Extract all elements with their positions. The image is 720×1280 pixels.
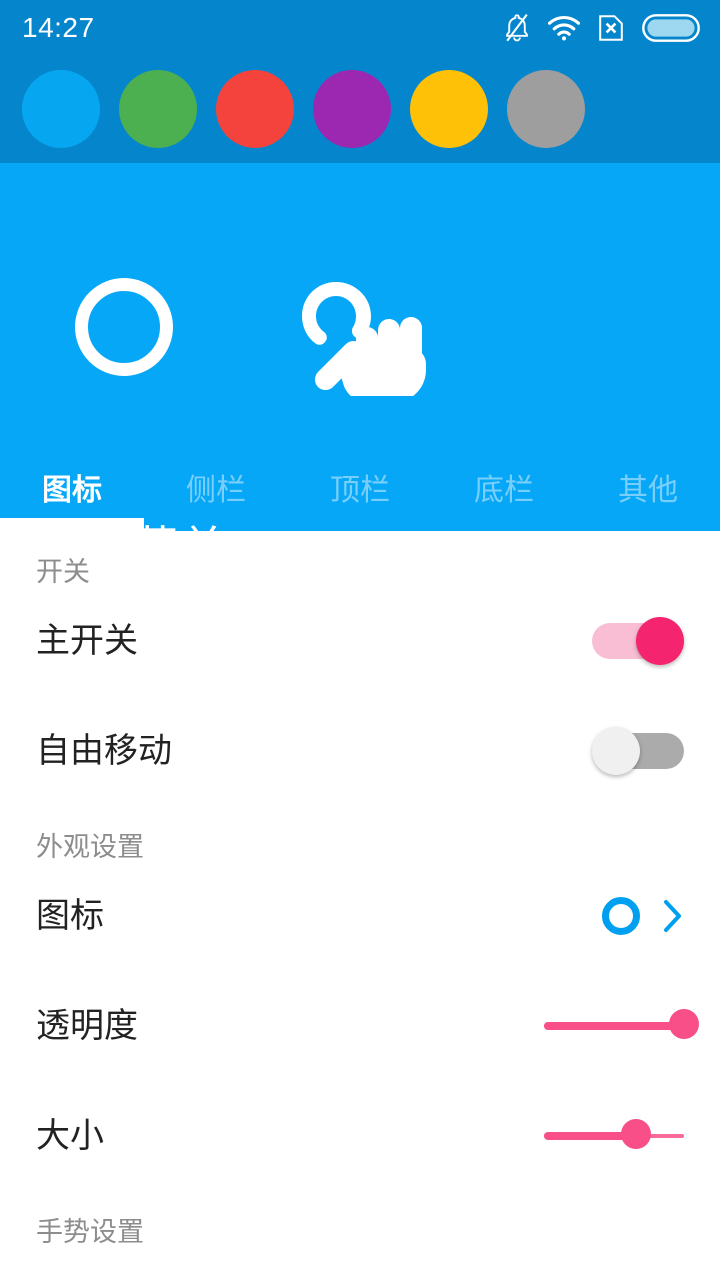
settings-list: 开关 主开关 自由移动 外观设置 图标 透明度 大小 手势设置 [0,531,720,1280]
tab-bottombar[interactable]: 底栏 [432,458,576,506]
tab-sidebar[interactable]: 侧栏 [144,458,288,506]
row-label-main-switch: 主开关 [36,622,138,660]
tap-hand-icon [262,266,452,396]
row-control-main-switch [592,617,684,665]
swatch-gray[interactable] [507,70,585,148]
chevron-right-icon [662,898,684,934]
row-label-free-move: 自由移动 [36,732,172,770]
slider-fill [544,1022,684,1030]
tab-active-indicator [0,518,144,531]
status-clock: 14:27 [22,11,95,43]
section-header-appearance: 外观设置 [36,832,144,862]
toggle-thumb [592,727,640,775]
app-screen: 14:27 图标 侧栏 顶栏 底栏 其他 开关 主开关 自由移动 外观设置 图标… [0,0,720,1280]
section-header-switch: 开关 [36,557,90,587]
tab-topbar[interactable]: 顶栏 [288,458,432,506]
slider-size[interactable] [544,1119,684,1153]
bell-off-icon [504,13,530,43]
wifi-icon [548,15,580,41]
tab-other[interactable]: 其他 [576,458,720,506]
slider-transparency[interactable] [544,1009,699,1043]
ring-icon [75,278,173,376]
swatch-blue[interactable] [22,70,100,148]
row-label-icon: 图标 [36,897,104,935]
row-main-switch[interactable]: 主开关 [0,586,720,696]
battery-icon [642,13,700,42]
color-swatch-strip [0,55,720,163]
swatch-red[interactable] [216,70,294,148]
swatch-green[interactable] [119,70,197,148]
toggle-main-switch[interactable] [592,617,684,665]
row-icon[interactable]: 图标 [0,861,720,971]
icon-preview-ring [602,897,640,935]
status-bar: 14:27 [0,0,720,55]
status-icon-group [504,13,700,43]
tab-icon[interactable]: 图标 [0,458,144,506]
sim-x-icon [598,14,624,42]
row-free-move[interactable]: 自由移动 [0,696,720,806]
row-control-free-move [592,727,684,775]
hero-artwork [0,218,480,396]
swatch-purple[interactable] [313,70,391,148]
slider-knob[interactable] [621,1119,652,1149]
row-label-transparency: 透明度 [36,1007,138,1045]
toggle-free-move[interactable] [592,727,684,775]
row-size[interactable]: 大小 [0,1081,720,1191]
swatch-yellow[interactable] [410,70,488,148]
toggle-thumb [636,617,684,665]
row-control-transparency [544,1009,699,1043]
row-control-size [544,1119,684,1153]
row-control-icon [602,897,684,935]
slider-knob[interactable] [669,1009,699,1039]
app-header: 悬浮菜单 图标 侧栏 顶栏 底栏 其他 [0,163,720,531]
row-transparency[interactable]: 透明度 [0,971,720,1081]
row-label-size: 大小 [36,1117,104,1155]
section-header-gesture: 手势设置 [36,1217,144,1247]
